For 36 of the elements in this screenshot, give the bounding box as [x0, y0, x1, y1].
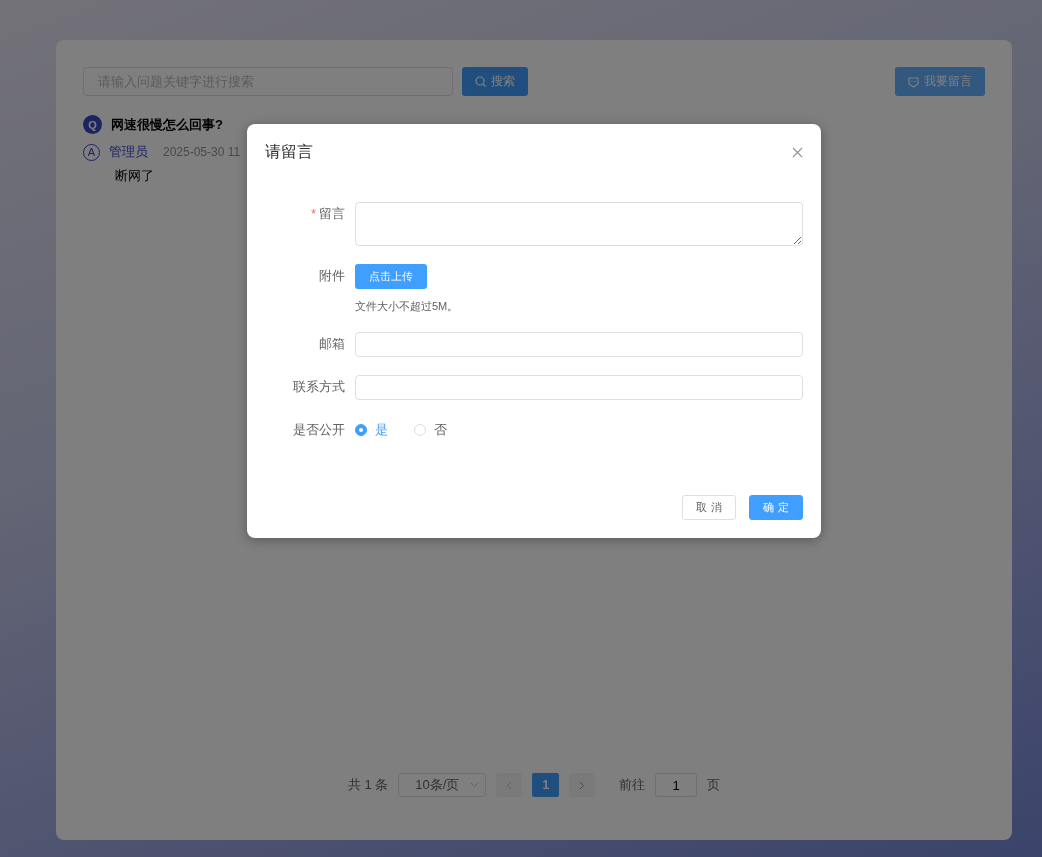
page-button[interactable]: 1 [532, 773, 560, 797]
next-page-button[interactable] [569, 773, 596, 797]
chat-icon [908, 75, 919, 88]
upload-tip: 文件大小不超过5M。 [355, 299, 460, 314]
page-size-select[interactable]: 10条/页 [398, 773, 487, 797]
search-icon [475, 76, 486, 87]
text-field[interactable] [355, 332, 803, 357]
page-suffix: 页 [707, 776, 721, 794]
confirm-button[interactable]: 确 定 [749, 495, 803, 520]
radio-option[interactable]: 是 [355, 418, 388, 442]
upload-button[interactable]: 点击上传 [355, 264, 427, 289]
message-field[interactable] [355, 202, 803, 246]
chevron-left-icon [506, 780, 513, 790]
goto-label: 前往 [619, 776, 646, 794]
radio-option[interactable]: 否 [414, 418, 447, 442]
field-label: 邮箱 [318, 335, 345, 353]
field-label: * 留言 [309, 205, 345, 223]
cancel-button[interactable]: 取 消 [682, 495, 736, 520]
post-button[interactable]: 我要留言 [895, 67, 985, 96]
answer-text: 断网了 [115, 167, 155, 185]
text-field[interactable] [355, 375, 803, 400]
close-icon [792, 147, 803, 158]
search-button[interactable]: 搜索 [462, 67, 528, 96]
field-label: 是否公开 [292, 421, 345, 439]
close-button[interactable] [792, 147, 803, 158]
field-label: 附件 [318, 267, 345, 285]
dialog-title: 请留言 [265, 142, 313, 162]
chevron-right-icon [579, 780, 586, 790]
prev-page-button[interactable] [496, 773, 523, 797]
answer-author: 管理员 [109, 143, 148, 161]
chevron-down-icon [470, 782, 480, 788]
field-label: 联系方式 [292, 378, 345, 396]
question-badge: Q [83, 115, 102, 134]
question-title: 网速很慢怎么回事? [111, 115, 223, 134]
page-number-field[interactable]: 1 [655, 773, 698, 797]
total-count: 共 1 条 [347, 776, 389, 794]
